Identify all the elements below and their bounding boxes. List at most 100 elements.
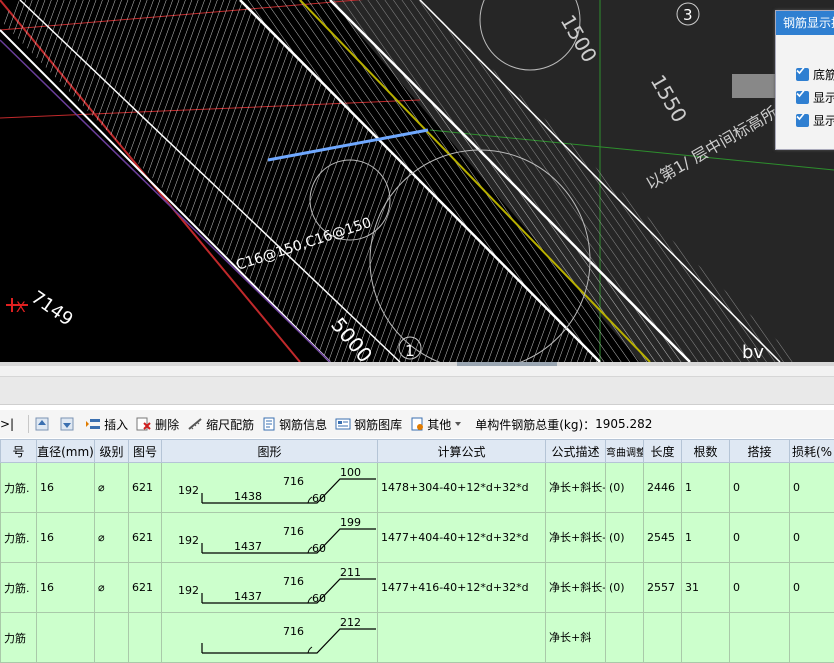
chevron-down-icon bbox=[454, 420, 462, 428]
cell-formula[interactable]: 1477+416-40+12*d+32*d bbox=[378, 563, 546, 613]
table-header-row: 号 直径(mm) 级别 图号 图形 计算公式 公式描述 弯曲调整 长度 根数 搭… bbox=[1, 440, 834, 463]
cell-desc[interactable]: 净长+斜长-保… bbox=[546, 563, 606, 613]
total-weight: 单构件钢筋总重(kg)： 1905.282 bbox=[475, 416, 652, 433]
panel-header bbox=[0, 366, 834, 405]
cell-lap[interactable]: 0 bbox=[730, 563, 790, 613]
cell-desc[interactable]: 净长+斜长-保… bbox=[546, 513, 606, 563]
cell-fig[interactable]: 621 bbox=[129, 563, 162, 613]
cell-fig[interactable] bbox=[129, 613, 162, 663]
view-label: bv bbox=[742, 342, 764, 362]
cell-loss[interactable]: 0 bbox=[790, 513, 834, 563]
cell-lap[interactable] bbox=[730, 613, 790, 663]
cell-bend[interactable]: (0) bbox=[606, 563, 644, 613]
delete-label: 删除 bbox=[155, 416, 179, 433]
cell-name[interactable]: 力筋 bbox=[1, 613, 37, 663]
cell-name[interactable]: 力筋. bbox=[1, 463, 37, 513]
rebar-shape-diagram: 192143771621160 bbox=[162, 563, 376, 609]
cell-grade[interactable]: ⌀ bbox=[95, 513, 129, 563]
rebar-library-button[interactable]: 钢筋图库 bbox=[335, 416, 402, 433]
cell-length[interactable]: 2557 bbox=[644, 563, 682, 613]
cell-count[interactable] bbox=[682, 613, 730, 663]
cell-dia[interactable]: 16 bbox=[37, 513, 95, 563]
rebar-shape-cell[interactable]: 716212 bbox=[162, 613, 378, 663]
cell-loss[interactable]: 0 bbox=[790, 463, 834, 513]
col-header[interactable]: 根数 bbox=[682, 440, 730, 463]
shape-dimension-angle: 60 bbox=[312, 492, 326, 505]
shape-dimension-bottom: 1437 bbox=[234, 590, 262, 603]
cell-length[interactable] bbox=[644, 613, 682, 663]
cell-formula[interactable]: 1478+304-40+12*d+32*d bbox=[378, 463, 546, 513]
checkbox-show-2[interactable]: 显示 bbox=[796, 112, 834, 129]
other-menu-button[interactable]: 其他 bbox=[410, 416, 465, 433]
move-up-button[interactable] bbox=[35, 417, 52, 431]
checkbox-label: 显示 bbox=[813, 89, 834, 106]
cell-lap[interactable]: 0 bbox=[730, 463, 790, 513]
cell-desc[interactable]: 净长+斜长-保… bbox=[546, 463, 606, 513]
checkbox-bottom-rebar[interactable]: 底筋 bbox=[796, 66, 834, 83]
move-down-button[interactable] bbox=[60, 417, 77, 431]
cell-loss[interactable] bbox=[790, 613, 834, 663]
cell-length[interactable]: 2446 bbox=[644, 463, 682, 513]
table-row[interactable]: 力筋.16⌀6211921437716199601477+404-40+12*d… bbox=[1, 513, 834, 563]
col-header[interactable]: 图号 bbox=[129, 440, 162, 463]
rebar-display-dialog[interactable]: 钢筋显示控 底筋 显示 显示 bbox=[775, 10, 834, 150]
axis-number-1: 1 bbox=[405, 342, 415, 360]
cell-lap[interactable]: 0 bbox=[730, 513, 790, 563]
checkmark-icon bbox=[796, 68, 809, 81]
table-row[interactable]: 力筋.16⌀6211921438716100601478+304-40+12*d… bbox=[1, 463, 834, 513]
rebar-table: 号 直径(mm) 级别 图号 图形 计算公式 公式描述 弯曲调整 长度 根数 搭… bbox=[0, 439, 834, 663]
rebar-shape-cell[interactable]: 192143771621160 bbox=[162, 563, 378, 613]
col-header[interactable]: 搭接 bbox=[730, 440, 790, 463]
shape-dimension-left: 192 bbox=[178, 534, 199, 547]
cell-desc[interactable]: 净长+斜 bbox=[546, 613, 606, 663]
cell-grade[interactable] bbox=[95, 613, 129, 663]
total-weight-label: 单构件钢筋总重(kg)： bbox=[475, 416, 595, 433]
table-row[interactable]: 力筋.16⌀6211921437716211601477+416-40+12*d… bbox=[1, 563, 834, 613]
cell-dia[interactable]: 16 bbox=[37, 463, 95, 513]
cell-name[interactable]: 力筋. bbox=[1, 563, 37, 613]
col-header[interactable]: 直径(mm) bbox=[37, 440, 95, 463]
cell-fig[interactable]: 621 bbox=[129, 513, 162, 563]
col-header[interactable]: 号 bbox=[1, 440, 37, 463]
cell-formula[interactable]: 1477+404-40+12*d+32*d bbox=[378, 513, 546, 563]
rebar-info-button[interactable]: 钢筋信息 bbox=[262, 416, 327, 433]
col-header[interactable]: 计算公式 bbox=[378, 440, 546, 463]
cell-count[interactable]: 31 bbox=[682, 563, 730, 613]
cell-fig[interactable]: 621 bbox=[129, 463, 162, 513]
nav-last-button[interactable]: >| bbox=[0, 417, 14, 431]
insert-button[interactable]: 插入 bbox=[85, 416, 128, 433]
cell-dia[interactable]: 16 bbox=[37, 563, 95, 613]
cell-count[interactable]: 1 bbox=[682, 463, 730, 513]
col-header[interactable]: 公式描述 bbox=[546, 440, 606, 463]
rebar-shape-cell[interactable]: 192143771619960 bbox=[162, 513, 378, 563]
cell-length[interactable]: 2545 bbox=[644, 513, 682, 563]
cell-grade[interactable]: ⌀ bbox=[95, 463, 129, 513]
cell-name[interactable]: 力筋. bbox=[1, 513, 37, 563]
table-row[interactable]: 力筋 716212 净长+斜 bbox=[1, 613, 834, 663]
col-header[interactable]: 弯曲调整 bbox=[606, 440, 644, 463]
ruler-icon bbox=[187, 417, 203, 431]
scale-rebar-label: 缩尺配筋 bbox=[206, 416, 254, 433]
shape-dimension-right: 211 bbox=[340, 566, 361, 579]
delete-button[interactable]: 删除 bbox=[136, 416, 179, 433]
col-header[interactable]: 损耗(% bbox=[790, 440, 834, 463]
rebar-drawing: 7149 X C16@150,C16@150 3 1 bv 以第1/ 层中间标高… bbox=[0, 0, 834, 362]
cell-grade[interactable]: ⌀ bbox=[95, 563, 129, 613]
checkbox-show-1[interactable]: 显示 bbox=[796, 89, 834, 106]
cell-bend[interactable]: (0) bbox=[606, 463, 644, 513]
toolbar-divider bbox=[28, 415, 29, 433]
cell-bend[interactable] bbox=[606, 613, 644, 663]
col-header[interactable]: 级别 bbox=[95, 440, 129, 463]
shape-dimension-top: 716 bbox=[283, 475, 304, 488]
cell-loss[interactable]: 0 bbox=[790, 563, 834, 613]
rebar-toolbar: >| 插入 删除 缩尺配筋 钢筋信息 钢筋图库 其他 单构件钢筋总重(kg)： … bbox=[0, 410, 834, 438]
cell-bend[interactable]: (0) bbox=[606, 513, 644, 563]
cell-count[interactable]: 1 bbox=[682, 513, 730, 563]
cad-viewport[interactable]: 7149 X C16@150,C16@150 3 1 bv 以第1/ 层中间标高… bbox=[0, 0, 834, 362]
rebar-shape-cell[interactable]: 192143871610060 bbox=[162, 463, 378, 513]
col-header[interactable]: 图形 bbox=[162, 440, 378, 463]
cell-dia[interactable] bbox=[37, 613, 95, 663]
cell-formula[interactable] bbox=[378, 613, 546, 663]
col-header[interactable]: 长度 bbox=[644, 440, 682, 463]
scale-rebar-button[interactable]: 缩尺配筋 bbox=[187, 416, 254, 433]
